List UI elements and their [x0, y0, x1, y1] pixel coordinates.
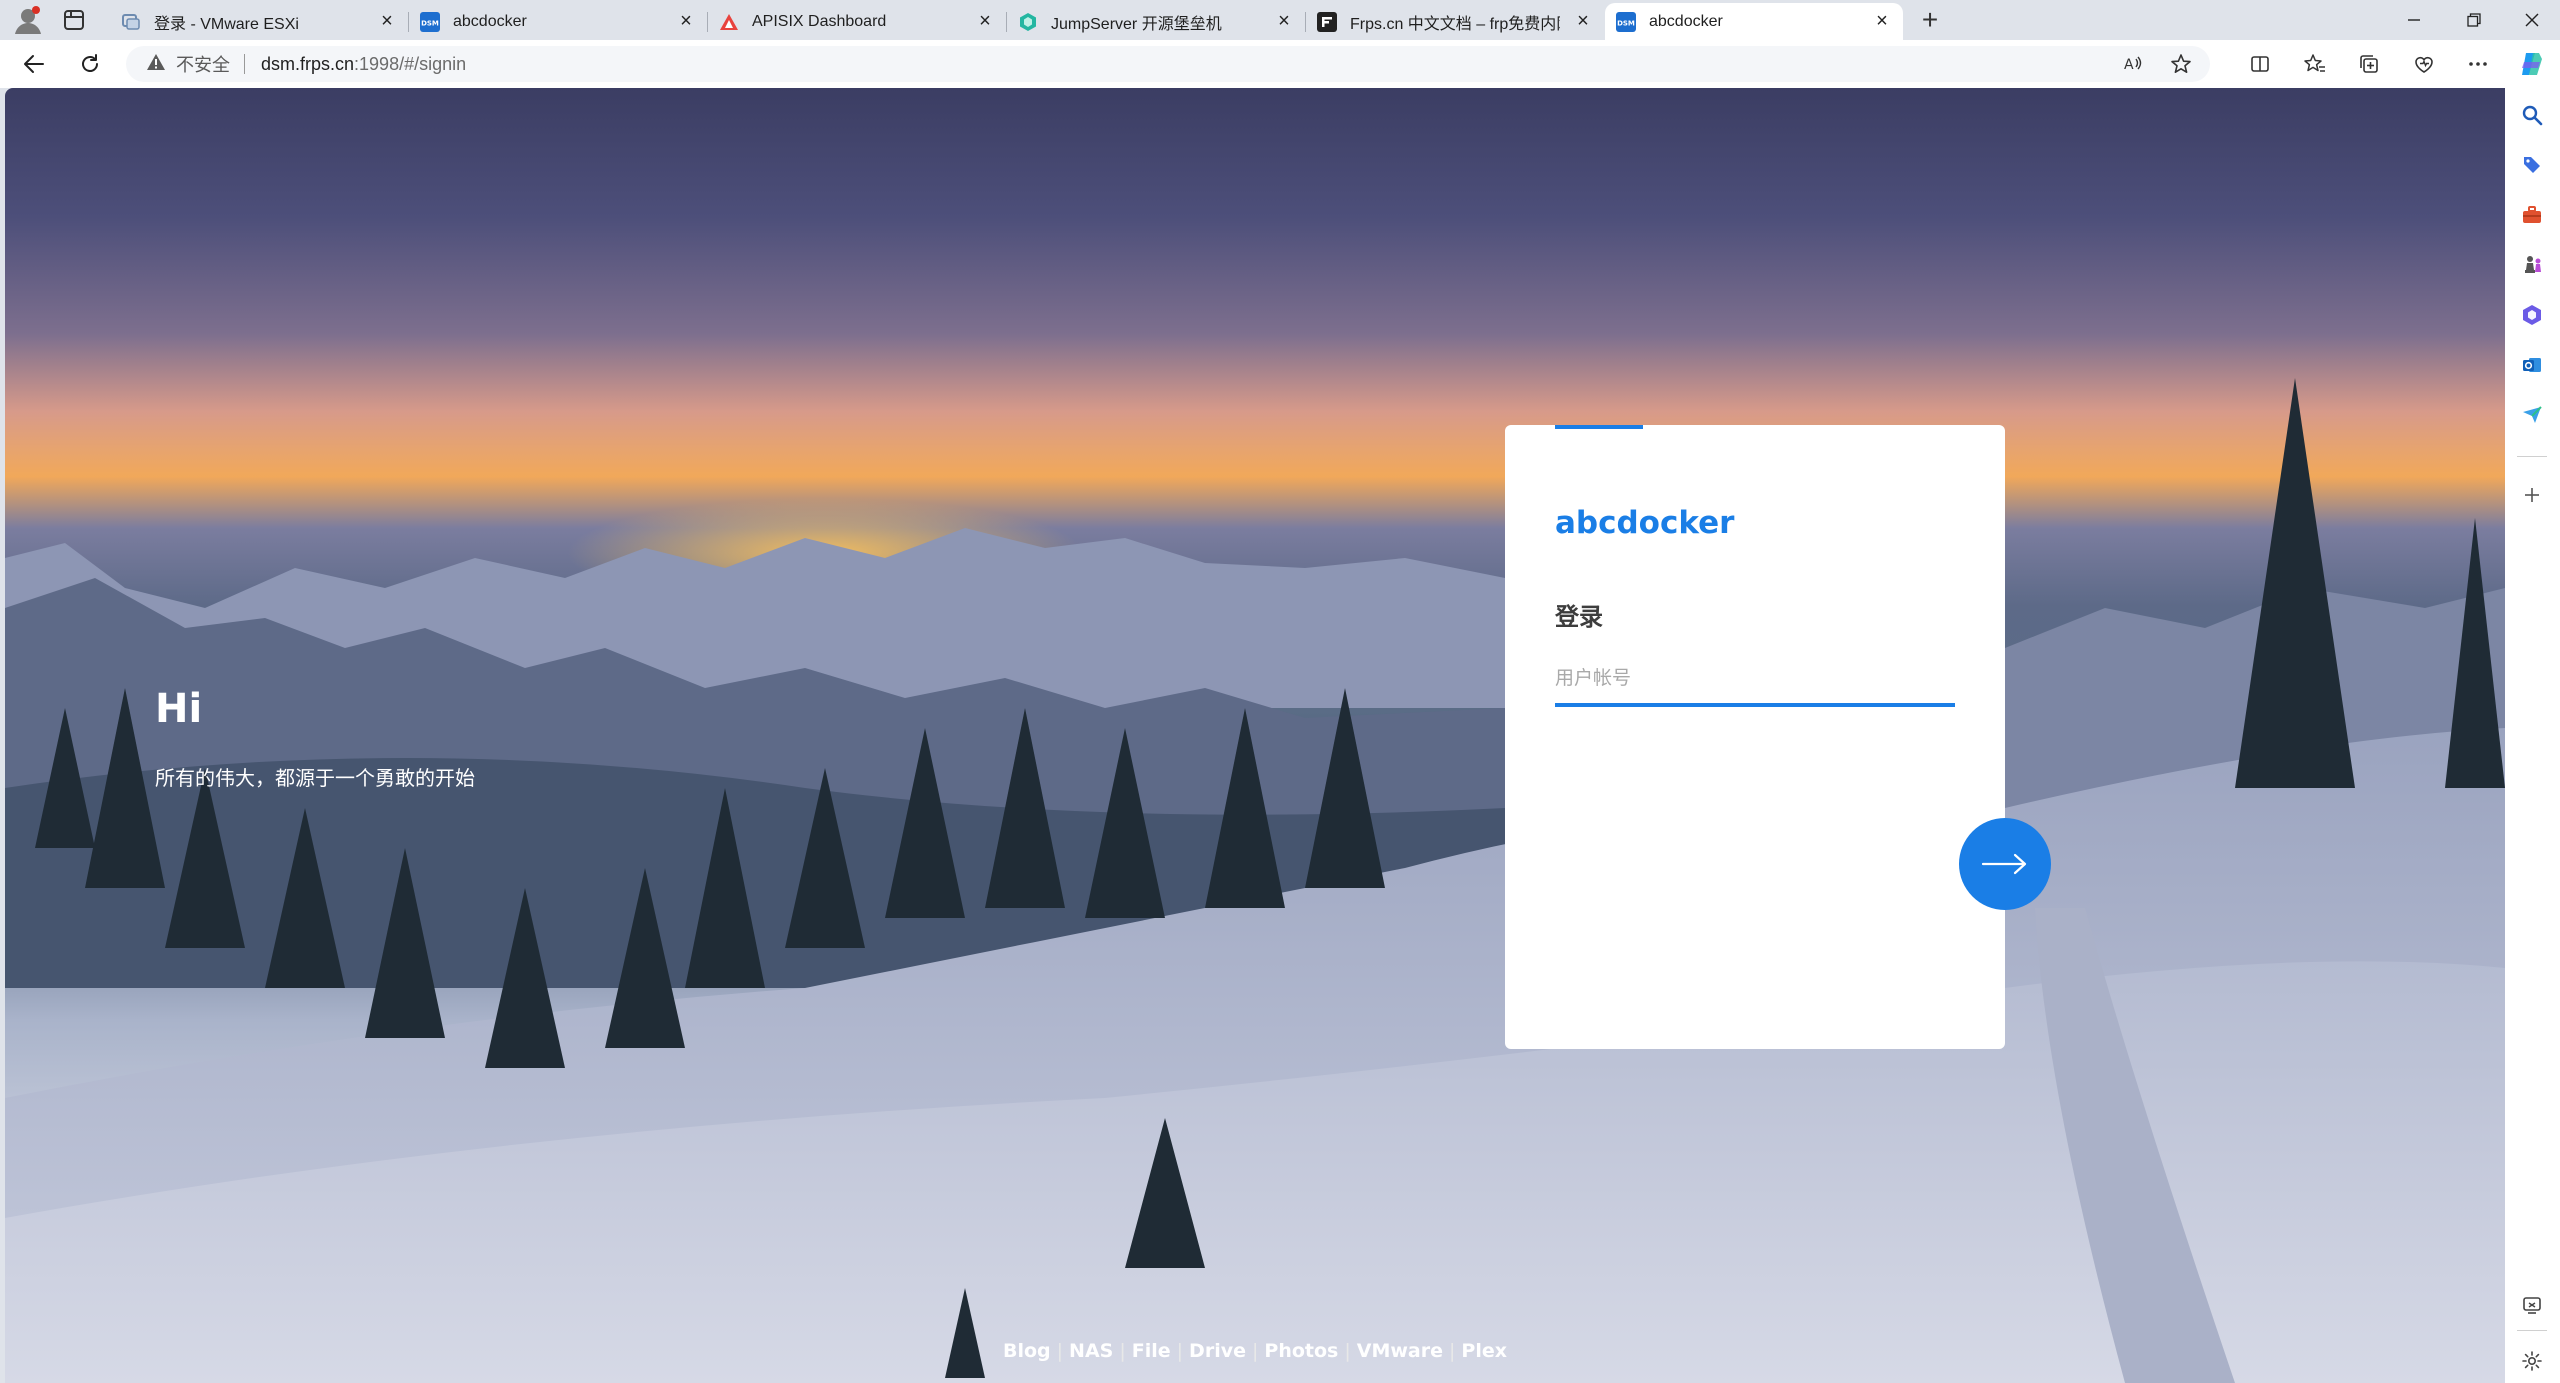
- favorites-icon[interactable]: [2299, 48, 2331, 80]
- read-aloud-icon[interactable]: A: [2122, 53, 2144, 80]
- collections-icon[interactable]: [2353, 48, 2385, 80]
- edge-sidebar: [2505, 88, 2560, 1383]
- tab-strip: 登录 - VMware ESXi × DSM abcdocker × APISI…: [0, 0, 2560, 40]
- tools-briefcase-icon[interactable]: [2519, 202, 2545, 228]
- security-label[interactable]: 不安全: [176, 51, 230, 77]
- sidebar-divider: [2517, 456, 2547, 457]
- copilot-icon[interactable]: [2516, 48, 2548, 80]
- sidebar-settings-gear-icon[interactable]: [2519, 1348, 2545, 1374]
- close-tab-icon[interactable]: ×: [1572, 10, 1594, 33]
- login-title: 登录: [1555, 604, 1603, 631]
- more-options-icon[interactable]: [2462, 48, 2494, 80]
- page-viewport: Hi 所有的伟大，都源于一个勇敢的开始 abcdocker 登录 Blog|NA…: [5, 88, 2505, 1383]
- split-screen-icon[interactable]: [2244, 48, 2276, 80]
- refresh-icon[interactable]: [74, 48, 106, 80]
- warning-icon[interactable]: [146, 52, 166, 77]
- footer-separator: |: [1449, 1340, 1456, 1362]
- svg-text:A: A: [2124, 57, 2134, 73]
- tab-actions-icon[interactable]: [60, 8, 88, 32]
- close-tab-icon[interactable]: ×: [974, 10, 996, 33]
- back-arrow-icon[interactable]: [18, 48, 50, 80]
- omnibox-actions: A: [2122, 53, 2192, 80]
- url-host[interactable]: dsm.frps.cn: [261, 54, 354, 75]
- close-tab-icon[interactable]: ×: [1871, 10, 1893, 33]
- close-tab-icon[interactable]: ×: [675, 10, 697, 33]
- close-tab-icon[interactable]: ×: [376, 10, 398, 33]
- browser-essentials-icon[interactable]: [2408, 48, 2440, 80]
- search-icon[interactable]: [2519, 102, 2545, 128]
- login-card: abcdocker 登录: [1505, 425, 2005, 1049]
- dsm-icon: DSM: [419, 11, 441, 33]
- dsm-icon: DSM: [1615, 11, 1637, 33]
- svg-text:DSM: DSM: [1617, 19, 1635, 27]
- tab-title: abcdocker: [1649, 12, 1723, 30]
- footer-link-photos[interactable]: Photos: [1264, 1340, 1338, 1362]
- footer-link-nas[interactable]: NAS: [1069, 1340, 1113, 1362]
- footer-separator: |: [1056, 1340, 1064, 1362]
- hero-subtitle: 所有的伟大，都源于一个勇敢的开始: [155, 768, 475, 790]
- games-chess-icon[interactable]: [2519, 252, 2545, 278]
- minimize-button[interactable]: [2386, 0, 2442, 40]
- hero-title: Hi: [155, 686, 203, 732]
- microsoft365-icon[interactable]: [2519, 302, 2545, 328]
- restore-button[interactable]: [2446, 0, 2502, 40]
- tab-title: JumpServer 开源堡垒机: [1051, 15, 1222, 33]
- address-bar[interactable]: 不安全 dsm.frps.cn:1998/#/signin A: [126, 46, 2210, 82]
- profile-avatar-icon[interactable]: [12, 4, 44, 36]
- add-sidebar-app-icon[interactable]: [2519, 482, 2545, 508]
- snowy-mountain-background: [5, 378, 2505, 1383]
- tab-apisix[interactable]: APISIX Dashboard ×: [708, 3, 1007, 40]
- tab-title: Frps.cn 中文文档 – frp免费内网穿: [1350, 15, 1560, 33]
- footer-link-blog[interactable]: Blog: [1003, 1340, 1051, 1362]
- vmware-icon: [120, 11, 142, 33]
- tab-vmware[interactable]: 登录 - VMware ESXi ×: [110, 3, 409, 40]
- tab-title: 登录 - VMware ESXi: [154, 15, 299, 33]
- close-window-button[interactable]: [2504, 0, 2560, 40]
- new-tab-button[interactable]: +: [1914, 4, 1946, 36]
- browser-toolbar: 不安全 dsm.frps.cn:1998/#/signin A: [0, 40, 2560, 88]
- footer-link-plex[interactable]: Plex: [1461, 1340, 1507, 1362]
- tab-jumpserver[interactable]: JumpServer 开源堡垒机 ×: [1007, 3, 1306, 40]
- close-tab-icon[interactable]: ×: [1273, 10, 1295, 33]
- username-input[interactable]: [1555, 655, 1955, 707]
- shopping-tag-icon[interactable]: [2519, 152, 2545, 178]
- footer-separator: |: [1119, 1340, 1126, 1362]
- footer-links: Blog | NAS | File | Drive | Photos | VMware | Plex: [5, 1340, 2505, 1362]
- tab-title: abcdocker: [453, 12, 527, 30]
- tab-abcdocker-active[interactable]: DSM abcdocker ×: [1605, 3, 1903, 40]
- apisix-icon: [718, 11, 740, 33]
- tab-abcdocker[interactable]: DSM abcdocker ×: [409, 3, 708, 40]
- favorite-star-icon[interactable]: [2170, 53, 2192, 80]
- brand-name: abcdocker: [1555, 505, 1735, 541]
- card-accent-bar: [1555, 425, 1643, 429]
- next-button[interactable]: [1959, 818, 2051, 910]
- footer-link-vmware[interactable]: VMware: [1357, 1340, 1443, 1362]
- drop-send-icon[interactable]: [2519, 402, 2545, 428]
- outlook-icon[interactable]: [2519, 352, 2545, 378]
- sidebar-divider: [2517, 1330, 2547, 1331]
- screenshot-capture-icon[interactable]: [2519, 1292, 2545, 1318]
- svg-text:DSM: DSM: [421, 19, 439, 27]
- arrow-right-icon: [1981, 853, 2027, 875]
- footer-separator: |: [1251, 1340, 1259, 1362]
- frps-icon: [1316, 11, 1338, 33]
- url-path[interactable]: :1998/#/signin: [354, 54, 466, 75]
- tab-title: APISIX Dashboard: [752, 12, 887, 30]
- footer-link-drive[interactable]: Drive: [1189, 1340, 1246, 1362]
- omnibox-divider: [244, 54, 245, 74]
- footer-link-file[interactable]: File: [1132, 1340, 1171, 1362]
- footer-separator: |: [1176, 1340, 1184, 1362]
- footer-separator: |: [1344, 1340, 1351, 1362]
- tab-frps[interactable]: Frps.cn 中文文档 – frp免费内网穿 ×: [1306, 3, 1604, 40]
- jumpserver-icon: [1017, 11, 1039, 33]
